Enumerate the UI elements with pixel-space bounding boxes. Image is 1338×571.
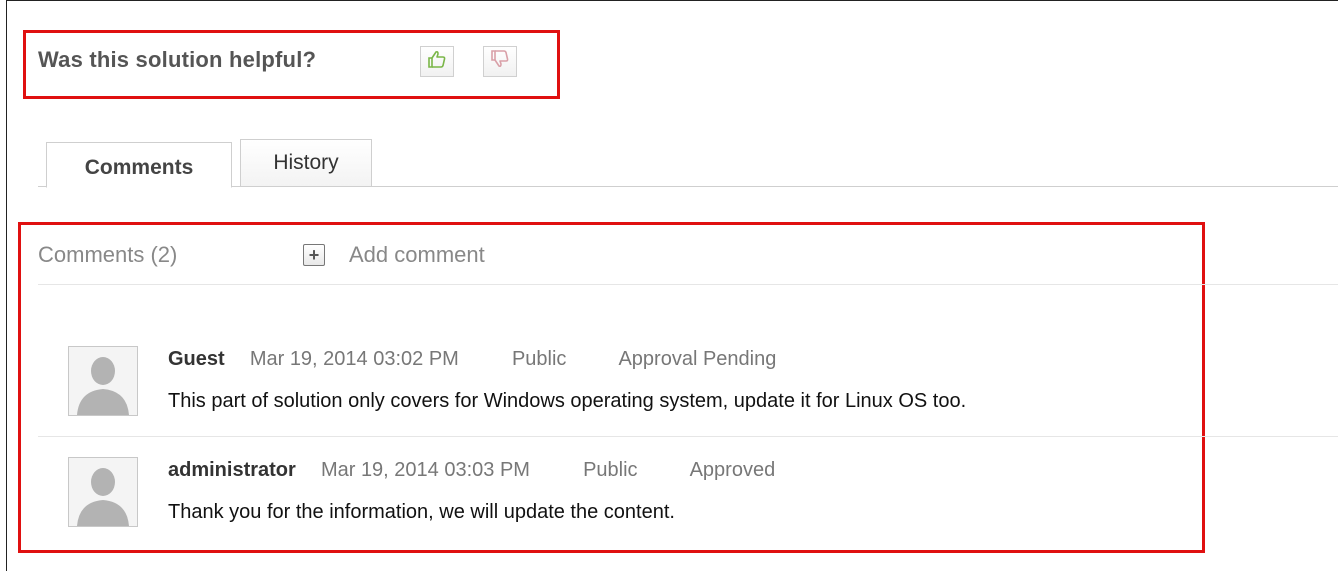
comment-visibility: Public: [583, 459, 638, 481]
helpful-question: Was this solution helpful?: [38, 47, 317, 72]
thumbs-up-icon: [427, 49, 447, 74]
plus-icon: +: [303, 244, 325, 266]
comment-timestamp: Mar 19, 2014 03:02 PM: [249, 348, 459, 370]
comment-status: Approval Pending: [618, 348, 777, 370]
comment-author: Guest: [168, 348, 225, 370]
comments-count: Comments (2): [38, 242, 178, 267]
comment-text: This part of solution only covers for Wi…: [168, 390, 967, 412]
comment-visibility: Public: [511, 348, 567, 370]
tab-history[interactable]: History: [240, 139, 372, 186]
comment-status: Approved: [689, 459, 776, 481]
thumbs-down-button[interactable]: [483, 46, 517, 77]
tab-comments[interactable]: Comments: [46, 142, 232, 188]
add-comment-label: Add comment: [349, 242, 485, 267]
comment-timestamp: Mar 19, 2014 03:03 PM: [320, 459, 530, 481]
user-silhouette-icon: [77, 357, 129, 415]
tabs-baseline: [38, 186, 1338, 187]
comment-meta: administrator Mar 19, 2014 03:03 PM Publ…: [168, 459, 775, 482]
avatar: [68, 346, 138, 416]
avatar: [68, 457, 138, 527]
comment-meta: Guest Mar 19, 2014 03:02 PM Public Appro…: [168, 348, 776, 371]
thumbs-down-icon: [490, 49, 510, 74]
user-silhouette-icon: [77, 468, 129, 526]
comments-header-divider: [38, 284, 1338, 285]
thumbs-up-button[interactable]: [420, 46, 454, 77]
comment-text: Thank you for the information, we will u…: [168, 501, 675, 523]
add-comment-button[interactable]: + Add comment: [303, 242, 485, 268]
comment-author: administrator: [168, 459, 296, 481]
comment-divider: [38, 436, 1338, 437]
